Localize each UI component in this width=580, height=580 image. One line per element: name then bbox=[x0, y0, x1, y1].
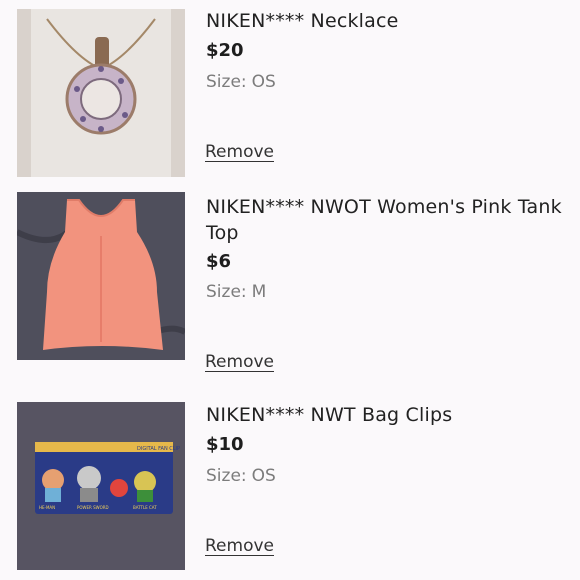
size-value: M bbox=[251, 282, 267, 302]
remove-button[interactable]: Remove bbox=[205, 536, 274, 556]
remove-button[interactable]: Remove bbox=[205, 142, 274, 162]
size-label: Size: bbox=[206, 282, 247, 302]
item-price: $6 bbox=[206, 251, 232, 272]
item-title[interactable]: NIKEN**** NWT Bag Clips bbox=[206, 402, 566, 428]
package-text: HE-MAN bbox=[39, 505, 55, 510]
package-text: BATTLE CAT bbox=[133, 505, 157, 510]
package-text: POWER SWORD bbox=[77, 505, 109, 510]
cart-item: NIKEN**** NWOT Women's Pink Tank Top $6 … bbox=[0, 190, 580, 390]
bag-clips-photo[interactable]: DIGITAL FAN CLIP HE-MAN POWER SWORD BATT… bbox=[17, 402, 185, 570]
item-size: Size: OS bbox=[206, 72, 276, 92]
cart-item: DIGITAL FAN CLIP HE-MAN POWER SWORD BATT… bbox=[0, 390, 580, 580]
item-size: Size: OS bbox=[206, 466, 276, 486]
item-title[interactable]: NIKEN**** Necklace bbox=[206, 8, 566, 34]
item-title[interactable]: NIKEN**** NWOT Women's Pink Tank Top bbox=[206, 194, 566, 246]
tank-top-photo[interactable] bbox=[17, 192, 185, 360]
item-size: Size: M bbox=[206, 282, 266, 302]
item-price: $20 bbox=[206, 40, 244, 61]
package-text: DIGITAL FAN CLIP bbox=[137, 446, 180, 452]
size-value: OS bbox=[251, 72, 276, 92]
size-label: Size: bbox=[206, 466, 247, 486]
cart-item: NIKEN**** Necklace $20 Size: OS Remove bbox=[0, 0, 580, 190]
size-value: OS bbox=[251, 466, 276, 486]
size-label: Size: bbox=[206, 72, 247, 92]
item-price: $10 bbox=[206, 434, 244, 455]
necklace-photo[interactable] bbox=[17, 9, 185, 177]
remove-button[interactable]: Remove bbox=[205, 352, 274, 372]
